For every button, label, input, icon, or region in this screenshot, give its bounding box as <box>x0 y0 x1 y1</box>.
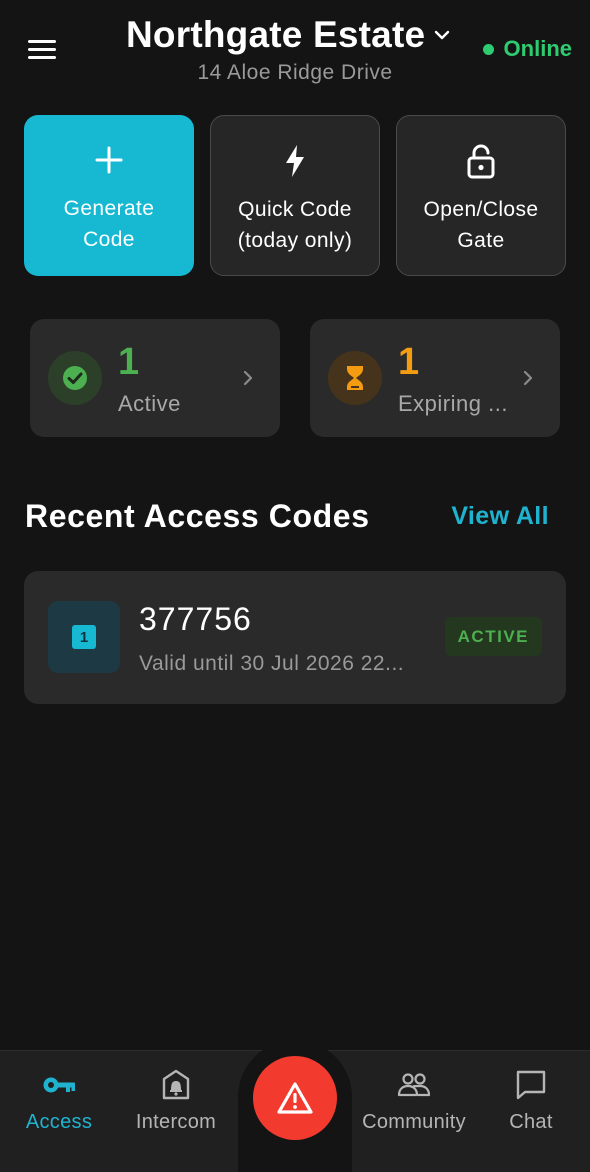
quick-code-label: Quick Code (today only) <box>237 198 353 252</box>
active-codes-card[interactable]: 1 Active <box>30 319 280 437</box>
key-icon <box>41 1067 77 1103</box>
code-type-number: 1 <box>72 625 96 649</box>
open-close-gate-label: Open/Close Gate <box>423 198 539 252</box>
generate-code-label: Generate Code <box>63 197 155 251</box>
expiring-codes-card[interactable]: 1 Expiring ... <box>310 319 560 437</box>
status-dot <box>482 43 494 55</box>
code-type-icon: 1 <box>48 601 120 673</box>
connection-status: Online <box>482 36 572 62</box>
chevron-right-icon <box>243 370 253 386</box>
nav-item-intercom[interactable]: Intercom <box>130 1067 222 1137</box>
nav-item-access[interactable]: Access <box>22 1067 96 1137</box>
status-badge: ACTIVE <box>444 617 542 656</box>
app-screen: Northgate Estate 14 Aloe Ridge Drive Onl… <box>0 0 590 1172</box>
hamburger-menu-icon[interactable] <box>28 38 56 60</box>
estate-selector[interactable]: Northgate Estate <box>126 12 451 58</box>
chevron-down-icon <box>435 30 450 40</box>
nav-item-community[interactable]: Community <box>356 1067 472 1137</box>
lightning-bolt-icon <box>278 144 312 178</box>
nav-item-chat[interactable]: Chat <box>505 1067 557 1137</box>
access-code-value: 377756 <box>139 601 252 637</box>
padlock-icon <box>464 144 498 179</box>
estate-name: Northgate Estate <box>126 14 426 55</box>
estate-address: 14 Aloe Ridge Drive <box>197 61 393 84</box>
check-circle-icon <box>48 351 102 405</box>
recent-codes-heading: Recent Access Codes <box>25 498 370 534</box>
nav-label-chat: Chat <box>509 1111 553 1133</box>
chevron-right-icon <box>523 370 533 386</box>
expiring-count: 1 <box>398 341 420 383</box>
warning-triangle-icon <box>277 1082 313 1114</box>
intercom-bell-icon <box>158 1067 194 1103</box>
community-people-icon <box>396 1067 432 1103</box>
expiring-label: Expiring ... <box>398 391 508 416</box>
nav-label-intercom: Intercom <box>135 1111 217 1133</box>
generate-code-button[interactable]: Generate Code <box>24 115 194 276</box>
access-code-validity: Valid until 30 Jul 2026 22... <box>139 652 405 675</box>
status-text: Online <box>503 36 572 61</box>
chat-bubble-icon <box>513 1067 549 1103</box>
plus-icon <box>92 143 126 177</box>
nav-label-access: Access <box>25 1111 93 1133</box>
open-close-gate-button[interactable]: Open/Close Gate <box>396 115 566 276</box>
nav-label-community: Community <box>362 1111 466 1133</box>
quick-code-button[interactable]: Quick Code (today only) <box>210 115 380 276</box>
active-label: Active <box>118 391 181 416</box>
hourglass-icon <box>328 351 382 405</box>
panic-alert-button[interactable] <box>253 1056 337 1140</box>
view-all-link[interactable]: View All <box>451 502 549 531</box>
access-code-row[interactable]: 1 377756 Valid until 30 Jul 2026 22... A… <box>24 571 566 704</box>
active-count: 1 <box>118 341 140 383</box>
